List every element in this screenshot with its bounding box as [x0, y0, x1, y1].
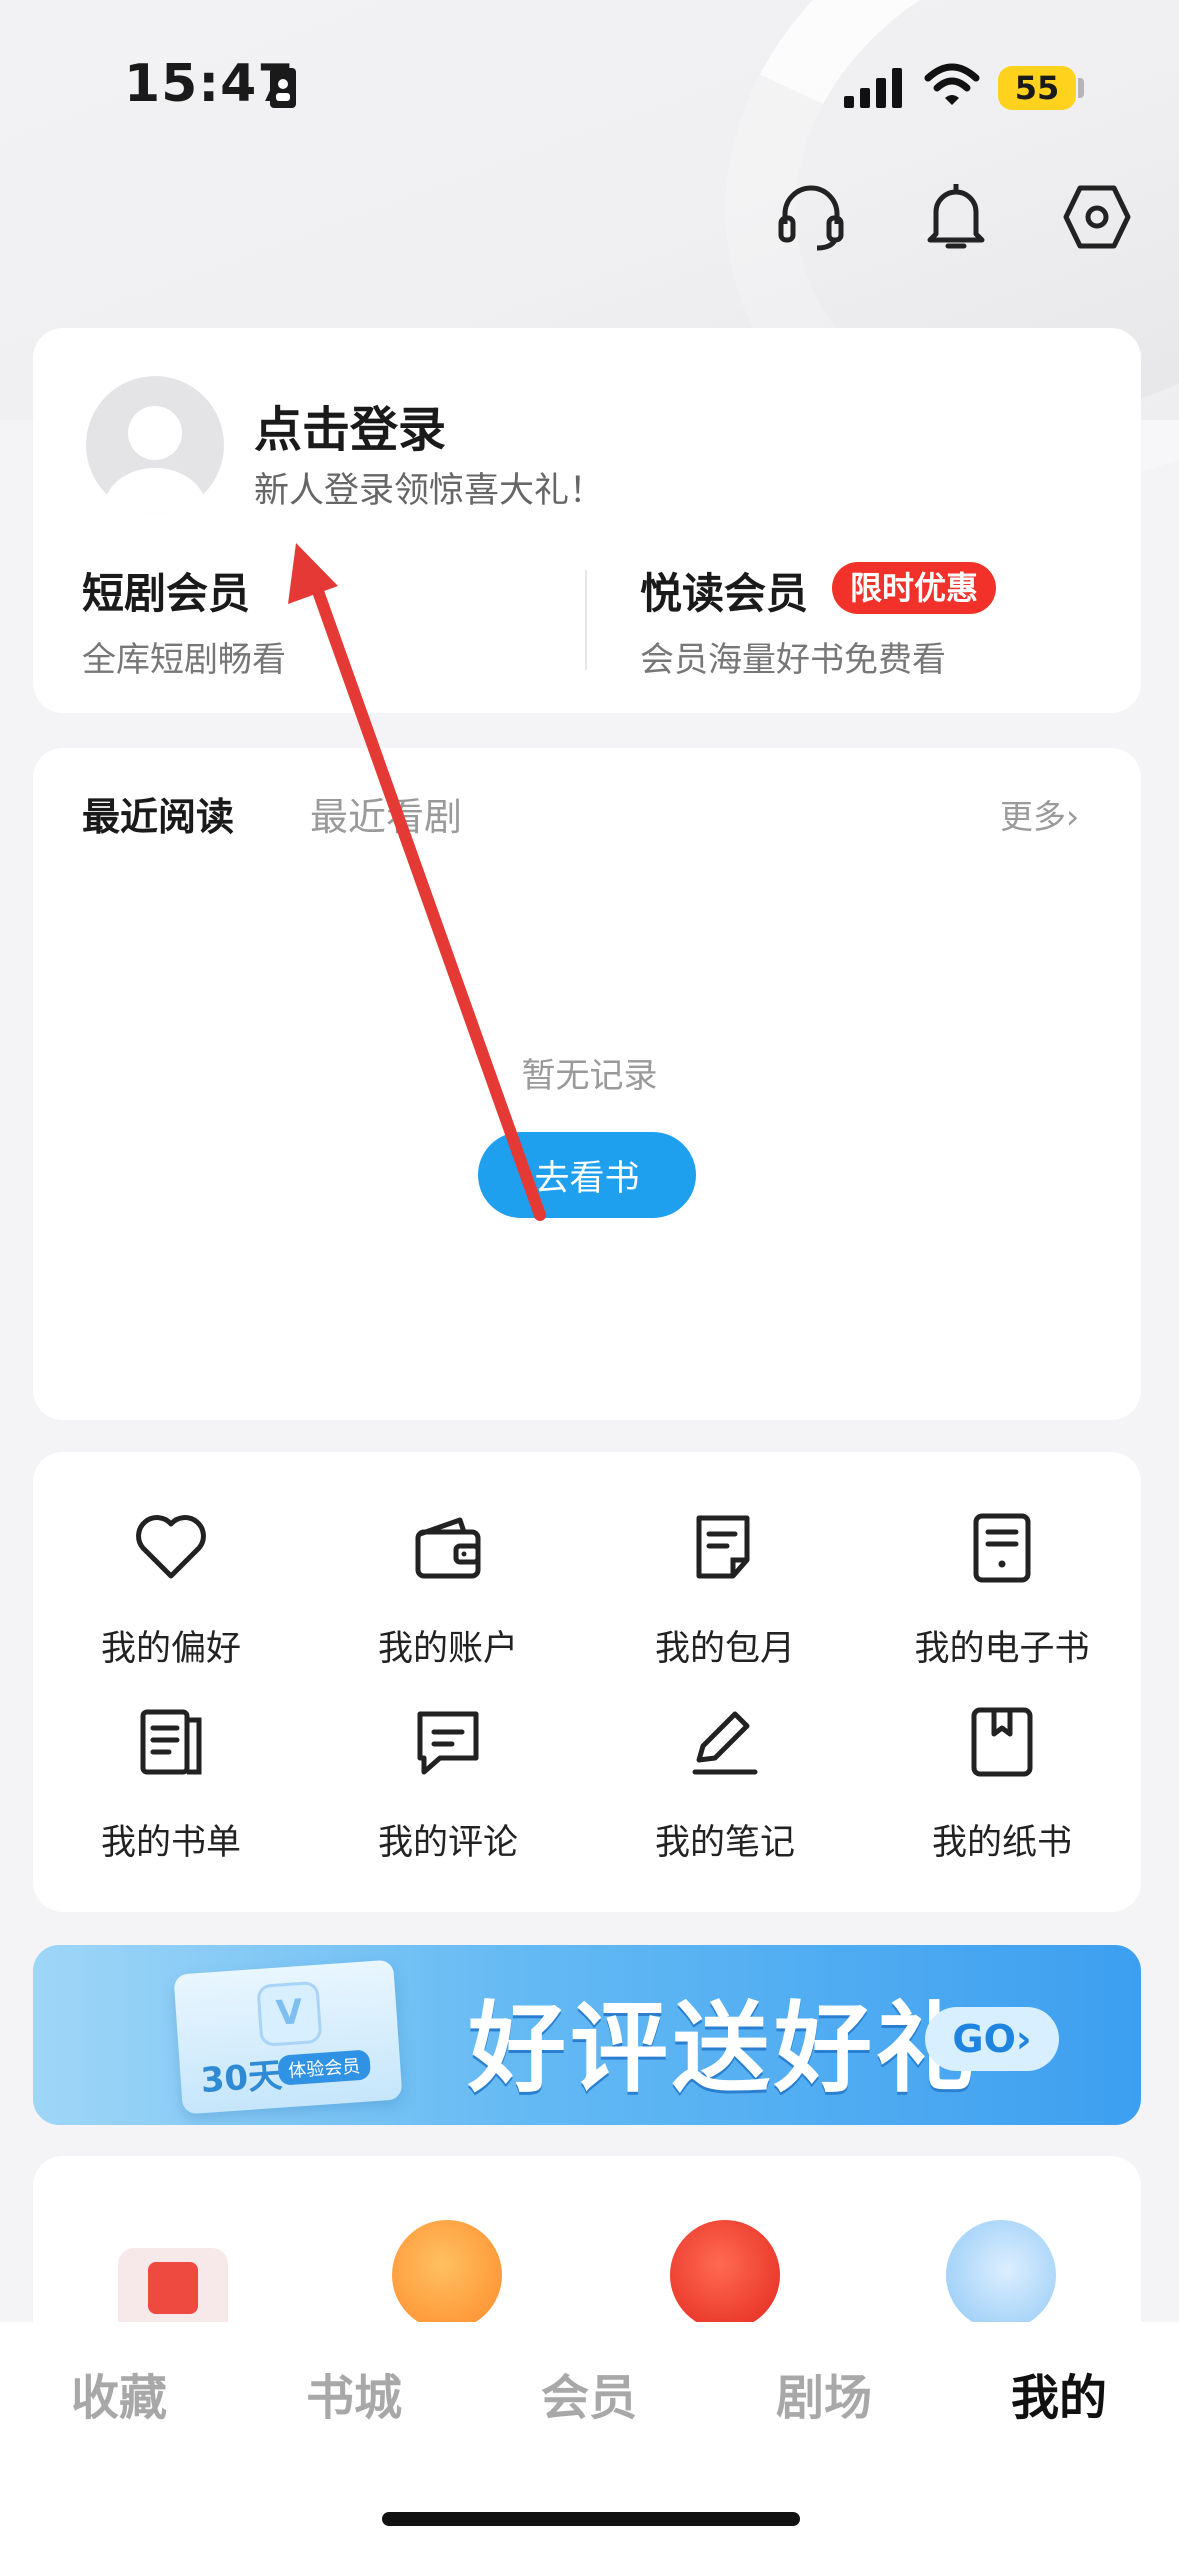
customer-service-icon[interactable]	[775, 180, 847, 252]
tab-recent-reading[interactable]: 最近阅读	[82, 786, 234, 841]
service-label: 我的包月	[654, 1629, 795, 1669]
avatar[interactable]	[86, 376, 224, 514]
subscription-doc-icon	[696, 1515, 750, 1579]
paper-book-icon	[971, 1707, 1033, 1777]
thumbs-up-icon[interactable]	[946, 2220, 1056, 2330]
service-label: 我的电子书	[914, 1629, 1090, 1669]
gift-box-icon[interactable]	[392, 2220, 502, 2330]
service-label: 我的评论	[377, 1823, 518, 1863]
booklist-icon	[140, 1709, 202, 1775]
reading-membership-title[interactable]: 悦读会员	[640, 560, 808, 621]
go-read-button[interactable]: 去看书	[478, 1132, 696, 1218]
heart-icon	[136, 1515, 206, 1579]
more-link[interactable]: 更多›	[1000, 790, 1079, 838]
red-packet-icon[interactable]	[670, 2220, 780, 2330]
service-preferences[interactable]: 我的偏好	[61, 1508, 281, 1671]
service-label: 我的偏好	[100, 1629, 241, 1669]
service-label: 我的纸书	[931, 1823, 1072, 1863]
tab-theater[interactable]: 剧场	[776, 2358, 872, 2428]
wallet-icon	[415, 1517, 481, 1579]
membership-divider	[585, 570, 587, 670]
service-label: 我的账户	[377, 1629, 518, 1669]
signal-icon	[844, 68, 902, 108]
v-logo-icon: V	[256, 1980, 323, 2047]
service-paper-books[interactable]: 我的纸书	[892, 1702, 1112, 1865]
service-booklist[interactable]: 我的书单	[61, 1702, 281, 1865]
service-notes[interactable]: 我的笔记	[615, 1702, 835, 1865]
empty-state-text: 暂无记录	[521, 1056, 658, 1096]
tab-membership[interactable]: 会员	[541, 2358, 637, 2428]
bell-icon[interactable]	[920, 178, 992, 254]
drama-membership-subtitle: 全库短剧畅看	[82, 640, 286, 680]
ticket-days: 30天	[199, 2055, 284, 2102]
review-gift-banner[interactable]: V 30天 体验会员 好评送好礼 GO ›	[33, 1945, 1141, 2125]
battery-indicator: 55	[998, 66, 1076, 110]
banner-title: 好评送好礼	[468, 1992, 979, 2106]
comment-icon	[417, 1711, 479, 1775]
service-subscription[interactable]: 我的包月	[615, 1508, 835, 1671]
service-account[interactable]: 我的账户	[338, 1508, 558, 1671]
battery-tip	[1078, 78, 1084, 98]
service-comments[interactable]: 我的评论	[338, 1702, 558, 1865]
ebook-icon	[973, 1513, 1031, 1583]
more-label: 更多	[1000, 797, 1066, 836]
service-label: 我的书单	[100, 1823, 241, 1863]
tab-bookstore[interactable]: 书城	[306, 2358, 402, 2428]
login-title[interactable]: 点击登录	[254, 390, 446, 460]
id-card-icon	[270, 68, 296, 108]
pen-icon	[692, 1711, 758, 1775]
tab-mine[interactable]: 我的	[1011, 2358, 1107, 2428]
wifi-icon	[924, 63, 980, 105]
chevron-right-icon: ›	[1066, 797, 1080, 836]
tab-recent-drama[interactable]: 最近看剧	[310, 786, 462, 841]
membership-ticket: V 30天 体验会员	[173, 1959, 403, 2115]
ticket-tag: 体验会员	[277, 2049, 372, 2086]
limited-offer-badge: 限时优惠	[832, 562, 997, 614]
login-subtitle: 新人登录领惊喜大礼！	[254, 471, 605, 511]
service-ebook[interactable]: 我的电子书	[892, 1508, 1112, 1671]
go-label: GO	[952, 2017, 1016, 2061]
reading-membership-subtitle: 会员海量好书免费看	[640, 640, 946, 680]
tab-favorites[interactable]: 收藏	[71, 2358, 167, 2428]
settings-icon[interactable]	[1062, 182, 1132, 252]
service-label: 我的笔记	[654, 1823, 795, 1863]
drama-membership-title[interactable]: 短剧会员	[82, 560, 250, 621]
chevron-right-icon: ›	[1015, 2017, 1032, 2061]
home-indicator	[382, 2512, 800, 2526]
banner-go-button[interactable]: GO ›	[925, 2007, 1059, 2071]
